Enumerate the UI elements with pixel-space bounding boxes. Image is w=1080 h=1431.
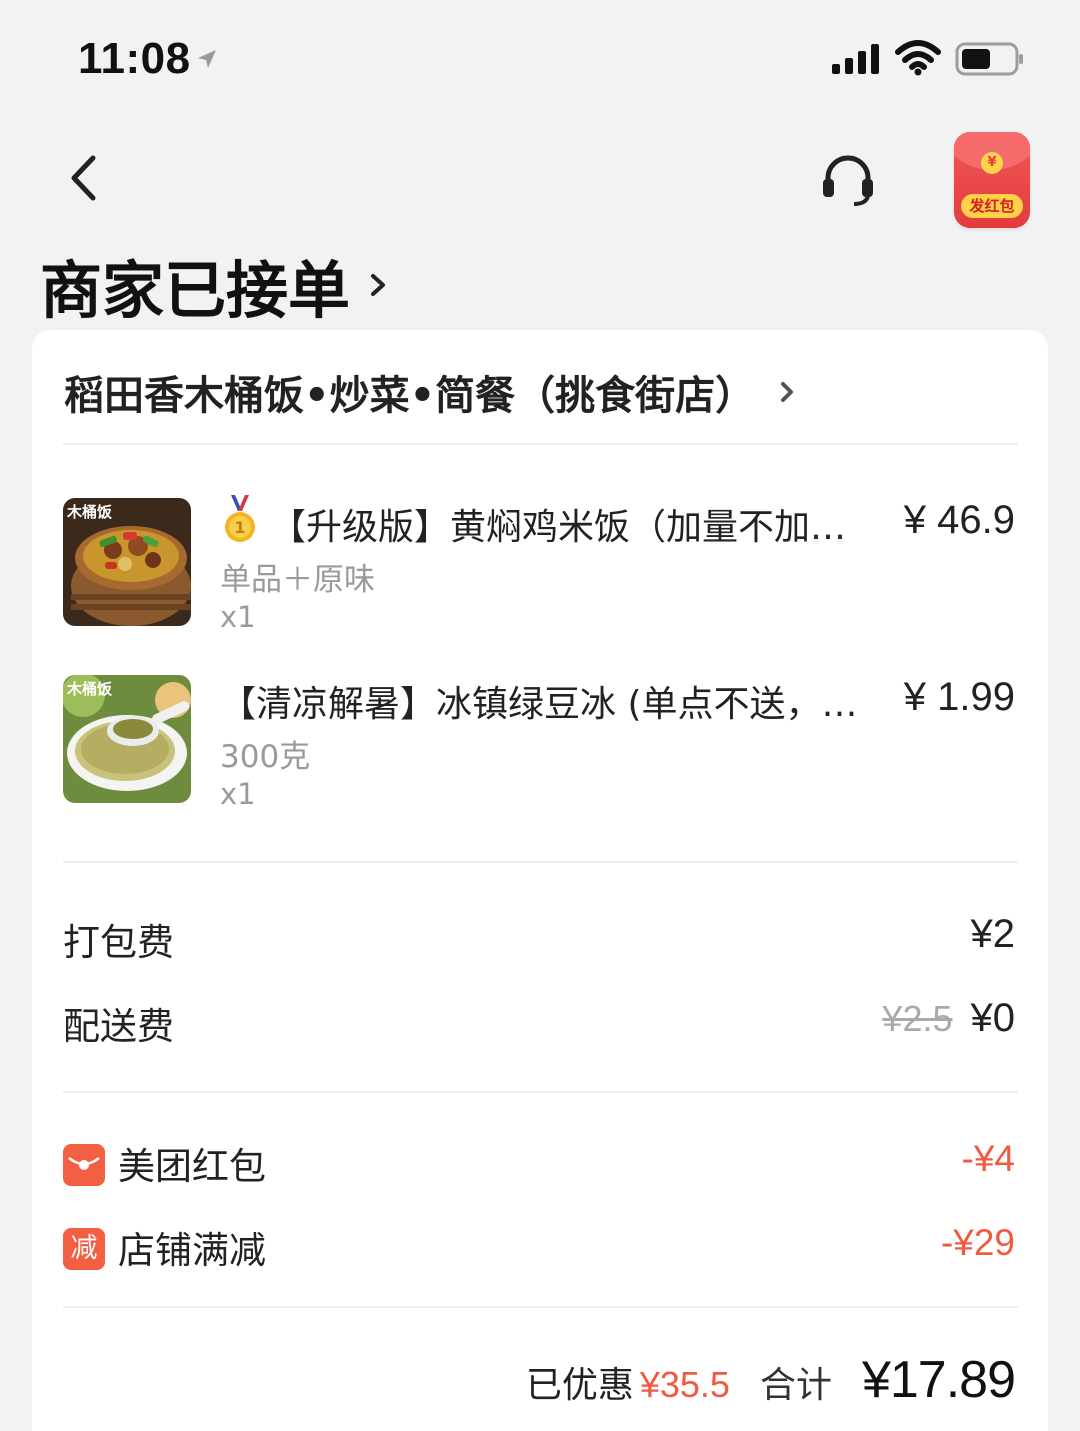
gold-medal-icon: 1: [225, 495, 255, 542]
chevron-right-icon: [781, 382, 794, 402]
delivery-fee-original: ¥2.5: [882, 998, 953, 1039]
svg-text:1: 1: [234, 518, 245, 537]
item-spec: 300克: [220, 739, 311, 775]
item-quantity: x1: [220, 600, 256, 634]
total-label: 合计: [759, 1365, 832, 1406]
discount-row: 美团红包 -¥4: [63, 1136, 1018, 1196]
full-reduction-icon: 减: [63, 1228, 105, 1270]
packing-fee-label: 打包费: [63, 921, 174, 964]
status-bar: 11:08: [0, 0, 1080, 110]
order-detail-card: 稻田香木桶饭•炒菜•简餐（挑食街店） 木桶饭 1 【升级版】黄焖鸡米饭（加量不加…: [32, 330, 1048, 1431]
send-red-packet-button[interactable]: ¥ 发红包: [954, 132, 1030, 228]
divider: [63, 443, 1018, 445]
shop-link[interactable]: 稻田香木桶饭•炒菜•简餐（挑食街店）: [64, 352, 795, 432]
item-name-row: 1 【升级版】黄焖鸡米饭（加量不加…: [220, 495, 847, 550]
saved-label: 已优惠: [525, 1365, 634, 1406]
order-item[interactable]: 木桶饭 【清凉解暑】冰镇绿豆冰 (单点不送，… 300克 x1 ¥ 1.99: [63, 675, 1018, 815]
divider: [63, 1306, 1018, 1308]
delivery-fee-row: 配送费 ¥2.5 ¥0: [63, 996, 1018, 1056]
location-arrow-icon: [198, 50, 216, 68]
item-name: 【升级版】黄焖鸡米饭（加量不加…: [270, 507, 847, 548]
order-item[interactable]: 木桶饭 1 【升级版】黄焖鸡米饭（加量不加… 单品＋原味 x1 ¥ 46.9: [63, 495, 1018, 638]
discount-label: 店铺满减: [118, 1229, 266, 1272]
coin-icon: ¥: [981, 152, 1003, 174]
headset-icon: [823, 155, 873, 206]
item-quantity: x1: [220, 777, 256, 811]
customer-service-button[interactable]: [818, 152, 878, 210]
discount-label: 美团红包: [118, 1145, 266, 1188]
item-name-row: 【清凉解暑】冰镇绿豆冰 (单点不送，…: [220, 675, 858, 727]
chevron-left-icon: [71, 155, 96, 201]
item-price: ¥ 1.99: [903, 675, 1015, 719]
item-price: ¥ 46.9: [903, 498, 1015, 542]
delivery-fee-label: 配送费: [63, 1005, 174, 1048]
item-spec: 单品＋原味: [220, 562, 375, 598]
red-packet-icon: [63, 1144, 105, 1186]
status-time: 11:08: [78, 34, 191, 83]
order-total-row: 已优惠 ¥35.5 合计 ¥17.89: [525, 1350, 1016, 1410]
delivery-fee-amount: ¥0: [970, 996, 1016, 1040]
battery-icon: [955, 42, 1023, 76]
discount-value: -¥4: [961, 1138, 1015, 1179]
cellular-signal-icon: [832, 44, 879, 74]
chevron-right-icon: [371, 274, 386, 296]
order-status-title: 商家已接单: [40, 254, 351, 327]
shop-name: 稻田香木桶饭•炒菜•简餐（挑食街店）: [64, 373, 756, 419]
saved-value: ¥35.5: [639, 1364, 730, 1405]
packing-fee-row: 打包费 ¥2: [63, 912, 1018, 972]
food-thumbnail: 木桶饭: [63, 675, 191, 803]
item-name: 【清凉解暑】冰镇绿豆冰 (单点不送，…: [220, 684, 858, 725]
total-value: ¥17.89: [861, 1351, 1016, 1409]
discount-value: -¥29: [940, 1222, 1015, 1263]
red-packet-label: 发红包: [961, 194, 1023, 218]
divider: [63, 861, 1018, 863]
delivery-fee-value: ¥2.5 ¥0: [882, 996, 1015, 1041]
packing-fee-amount: ¥2: [970, 912, 1016, 956]
thumbnail-label: 木桶饭: [67, 503, 113, 521]
back-button[interactable]: [60, 148, 110, 208]
thumbnail-label: 木桶饭: [67, 680, 113, 698]
packing-fee-value: ¥2: [971, 912, 1016, 957]
discount-row: 减 店铺满减 -¥29: [63, 1220, 1018, 1280]
food-thumbnail: 木桶饭: [63, 498, 191, 626]
order-status-link[interactable]: 商家已接单: [40, 240, 390, 330]
wifi-icon: [895, 40, 941, 76]
divider: [63, 1091, 1018, 1093]
